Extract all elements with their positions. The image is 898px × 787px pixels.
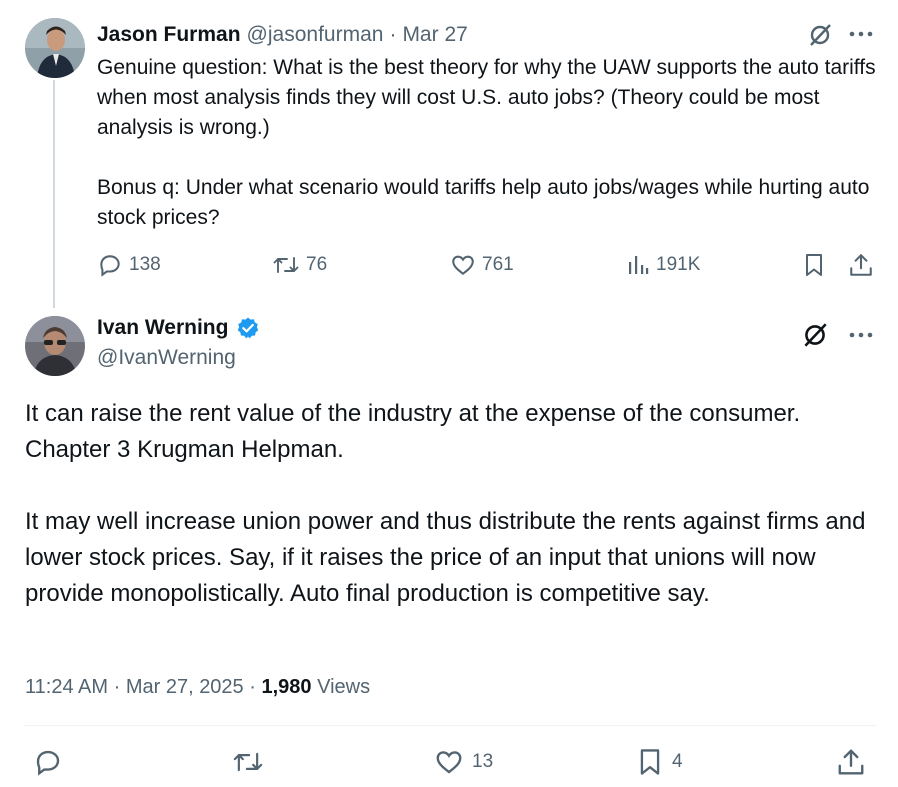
like-count: 761 (482, 254, 514, 275)
parent-tweet-text: Genuine question: What is the best theor… (97, 56, 876, 229)
reply-icon (97, 252, 123, 278)
more-options-icon[interactable] (848, 24, 874, 44)
parent-author-name[interactable]: Jason Furman (97, 23, 241, 47)
repost-button-bottom[interactable] (232, 747, 264, 777)
views-total: 1,980 (261, 676, 312, 698)
reply-button[interactable]: 138 (97, 252, 161, 278)
like-button-bottom[interactable]: 13 (434, 747, 493, 777)
reply-author-name[interactable]: Ivan Werning (97, 316, 228, 340)
more-options-icon-reply[interactable] (848, 325, 874, 345)
parent-author-handle[interactable]: @jasonfurman (247, 23, 384, 47)
views-count: 191K (656, 254, 701, 275)
divider (24, 725, 876, 726)
reply-author-handle[interactable]: @IvanWerning (97, 346, 236, 370)
meta-separator: · (249, 676, 256, 698)
repost-button[interactable]: 76 (272, 252, 327, 278)
tweet-time[interactable]: 11:24 AM (25, 676, 108, 698)
date-separator: · (389, 23, 397, 46)
repost-icon (272, 252, 300, 278)
meta-separator: · (113, 676, 121, 698)
tweet-metadata: 11:24 AM · Mar 27, 2025 · 1,980 Views (25, 676, 370, 699)
repost-count: 76 (306, 254, 328, 275)
reply-tweet-text: It can raise the rent value of the indus… (25, 400, 866, 607)
reply-header: Ivan Werning (97, 316, 260, 340)
parent-header: Jason Furman @jasonfurman · Mar 27 (97, 21, 468, 49)
like-button[interactable]: 761 (450, 252, 514, 278)
repost-icon (232, 747, 264, 777)
analytics-icon (626, 252, 650, 278)
reply-count: 138 (129, 254, 161, 275)
share-button-bottom[interactable] (836, 747, 866, 777)
verified-badge-icon[interactable] (236, 316, 260, 340)
heart-icon (450, 252, 476, 278)
thread-line (53, 80, 55, 308)
views-button[interactable]: 191K (626, 252, 700, 278)
parent-avatar[interactable] (25, 18, 85, 78)
bookmark-count-bottom: 4 (672, 751, 683, 772)
reply-button-bottom[interactable] (33, 747, 63, 777)
share-icon (848, 252, 874, 278)
bookmark-icon (802, 252, 826, 278)
share-button[interactable] (848, 252, 874, 278)
like-count-bottom: 13 (472, 751, 494, 772)
bookmark-button-bottom[interactable]: 4 (636, 747, 683, 777)
reply-icon (33, 747, 63, 777)
parent-date[interactable]: Mar 27 (402, 23, 467, 47)
heart-icon (434, 747, 464, 777)
share-icon (836, 747, 866, 777)
bookmark-icon (636, 747, 664, 777)
tweet-date[interactable]: Mar 27, 2025 (126, 676, 244, 698)
views-label: Views (317, 676, 371, 698)
reply-avatar[interactable] (25, 316, 85, 376)
bookmark-button[interactable] (802, 252, 826, 278)
grok-icon[interactable] (806, 21, 834, 49)
grok-icon-reply[interactable] (800, 320, 830, 350)
